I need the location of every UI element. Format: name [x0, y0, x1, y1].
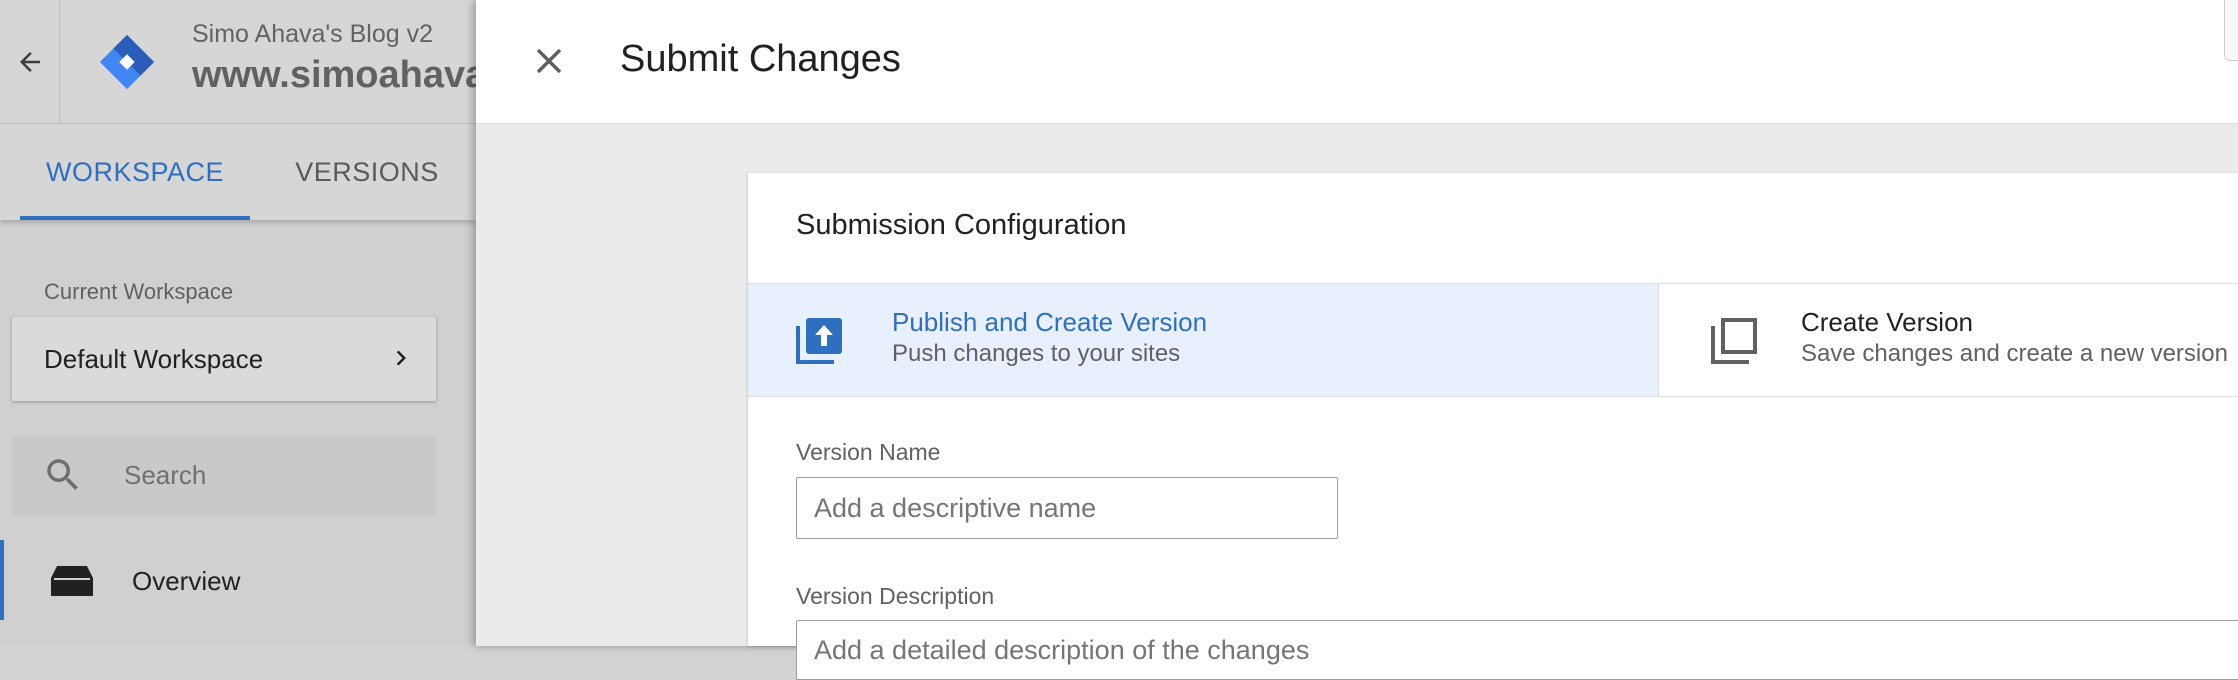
- option-title: Publish and Create Version: [892, 307, 1208, 337]
- tab-workspace[interactable]: WORKSPACE: [20, 124, 250, 220]
- panel-header: Submit Changes: [476, 0, 2238, 124]
- top-app-bar: Simo Ahava's Blog v2 www.simoahava.com: [0, 0, 476, 124]
- sidebar-item-overview[interactable]: Overview: [0, 540, 476, 620]
- option-create-version[interactable]: Create Version Save changes and create a…: [1659, 284, 2238, 396]
- panel-edge-handle: [2224, 0, 2238, 61]
- tab-label: VERSIONS: [295, 156, 439, 187]
- gtm-logo-icon: [99, 34, 155, 90]
- left-pane: Simo Ahava's Blog v2 www.simoahava.com W…: [0, 0, 476, 646]
- panel-title: Submit Changes: [620, 38, 901, 80]
- tab-label: WORKSPACE: [45, 156, 225, 187]
- version-description-label: Version Description: [796, 583, 995, 609]
- back-button[interactable]: [0, 0, 60, 123]
- close-icon[interactable]: [528, 40, 570, 82]
- option-publish-and-create-version[interactable]: Publish and Create Version Push changes …: [748, 284, 1659, 396]
- search-icon: [47, 459, 78, 490]
- chevron-right-icon: [396, 350, 406, 366]
- main-tabs: WORKSPACE VERSIONS: [0, 124, 476, 220]
- copy-version-icon: [1711, 318, 1757, 364]
- active-tab-indicator: [20, 216, 250, 220]
- workspace-selector[interactable]: Default Workspace: [12, 317, 436, 401]
- workspace-name: Default Workspace: [44, 344, 264, 374]
- version-name-input[interactable]: [796, 477, 1338, 539]
- container-name[interactable]: www.simoahava.com: [192, 54, 476, 97]
- submission-configuration-card: Submission Configuration Publish and Cre…: [748, 173, 2238, 680]
- account-name: Simo Ahava's Blog v2: [192, 20, 434, 48]
- version-name-label: Version Name: [796, 439, 941, 465]
- tab-versions[interactable]: VERSIONS: [262, 124, 472, 220]
- search-box[interactable]: Search: [12, 435, 436, 515]
- option-subtitle: Push changes to your sites: [892, 340, 1181, 367]
- option-title: Create Version: [1801, 307, 1973, 337]
- active-nav-indicator: [0, 540, 4, 620]
- publish-icon: [796, 318, 842, 364]
- arrow-back-icon: [19, 51, 40, 72]
- search-placeholder: Search: [124, 460, 207, 490]
- sidebar-item-label: Overview: [132, 566, 241, 596]
- version-description-input[interactable]: [796, 620, 2238, 680]
- inbox-icon: [51, 566, 93, 596]
- option-subtitle: Save changes and create a new version: [1801, 340, 2228, 367]
- submission-options: Publish and Create Version Push changes …: [748, 283, 2238, 397]
- card-title: Submission Configuration: [796, 209, 1127, 241]
- submit-changes-panel: Submit Changes Submission Configuration …: [476, 0, 2238, 680]
- current-workspace-label: Current Workspace: [44, 279, 234, 304]
